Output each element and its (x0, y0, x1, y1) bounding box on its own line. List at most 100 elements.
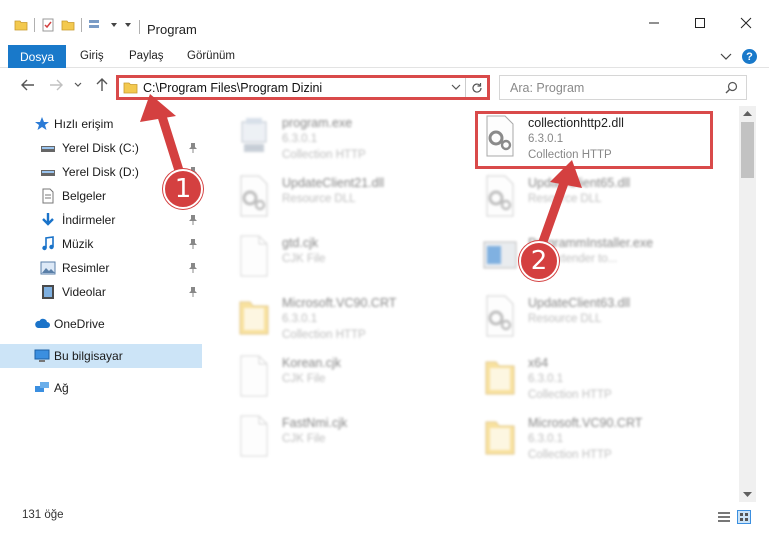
navigation-pane: Hızlı erişim Yerel Disk (C:) Yerel Disk (… (0, 106, 206, 502)
refresh-button[interactable] (465, 78, 487, 97)
folder-icon (485, 421, 515, 455)
tiles-view-icon[interactable] (737, 510, 751, 524)
file-name: Microsoft.VC90.CRT (282, 296, 397, 310)
file-item[interactable]: Microsoft.VC90.CRT 6.3.0.1 Collection HTTP (212, 288, 452, 346)
file-item[interactable]: Microsoft.VC90.CRT 6.3.0.1 Collection HTTP (458, 408, 698, 466)
sidebar-item-label: Müzik (62, 237, 94, 251)
expand-ribbon-icon[interactable] (720, 52, 732, 62)
navigation-bar: C:\Program Files\Program Dizini Ara: Pro… (0, 68, 769, 104)
exe-icon (241, 118, 267, 152)
vertical-scrollbar[interactable] (739, 106, 756, 502)
sidebar-item-label: Videolar (62, 285, 106, 299)
search-icon[interactable] (725, 81, 738, 94)
file-name: FastNmi.cjk (282, 416, 348, 430)
file-name: program.exe (282, 116, 353, 130)
sidebar-item-network[interactable]: Ağ (0, 376, 202, 400)
window-title: Program (147, 22, 197, 37)
up-arrow-icon[interactable] (94, 77, 110, 93)
scroll-down-icon[interactable] (743, 492, 752, 498)
file-item[interactable]: Korean.cjk CJK File (212, 348, 452, 406)
file-name: x64 (528, 356, 549, 370)
file-description: Collection HTTP (282, 329, 366, 341)
pin-icon[interactable] (188, 142, 198, 154)
file-item[interactable]: gtd.cjk CJK File (212, 228, 452, 286)
pin-icon[interactable] (188, 262, 198, 274)
view-options-icon[interactable] (88, 18, 104, 32)
file-name: UpdateClient65.dll (528, 176, 631, 190)
help-button[interactable]: ? (742, 49, 757, 64)
chevron-down-icon[interactable] (124, 21, 132, 29)
close-button[interactable] (723, 8, 769, 38)
file-item[interactable]: x64 6.3.0.1 Collection HTTP (458, 348, 698, 406)
dll-gear-icon (240, 175, 268, 217)
scroll-up-icon[interactable] (743, 110, 752, 116)
pictures-icon (40, 261, 56, 275)
sidebar-item-müzik[interactable]: Müzik (0, 232, 202, 256)
videos-icon (42, 285, 54, 299)
sidebar-item-yerel-disk-c[interactable]: Yerel Disk (C:) (0, 136, 202, 160)
back-arrow-icon[interactable] (20, 77, 36, 93)
sidebar-item-this-pc[interactable]: Bu bilgisayar (0, 344, 202, 368)
sidebar-item-label: Resimler (62, 261, 110, 275)
file-item[interactable]: UpdateClient63.dll Resource DLL (458, 288, 698, 346)
sidebar-item-label: Hızlı erişim (54, 117, 114, 131)
address-path[interactable]: C:\Program Files\Program Dizini (143, 81, 322, 95)
file-item[interactable]: program.exe 6.3.0.1 Collection HTTP (212, 108, 452, 166)
properties-icon[interactable] (41, 18, 55, 32)
file-detail: Resource DLL (528, 313, 602, 325)
file-description: Collection HTTP (528, 449, 612, 461)
status-bar: 131 öğe (0, 502, 769, 535)
highlight-box (475, 111, 713, 169)
file-detail: CJK File (282, 433, 326, 445)
details-view-icon[interactable] (717, 510, 731, 524)
sidebar-item-label: Yerel Disk (D:) (62, 165, 139, 179)
tab-home[interactable]: Giriş (80, 50, 104, 62)
view-toggle (717, 510, 751, 524)
ribbon-right: ? (720, 49, 757, 64)
sidebar-item-resimler[interactable]: Resimler (0, 256, 202, 280)
file-detail: 6.3.0.1 (528, 433, 564, 445)
sidebar-item-label: İndirmeler (62, 213, 116, 227)
pin-icon[interactable] (188, 286, 198, 298)
drive-icon (41, 170, 55, 176)
file-item[interactable]: FastNmi.cjk CJK File (212, 408, 452, 466)
cloud-icon (35, 318, 50, 328)
file-detail: 6.3.0.1 (528, 373, 564, 385)
scrollbar-thumb[interactable] (741, 122, 754, 178)
tab-view[interactable]: Görünüm (187, 50, 235, 62)
music-icon (42, 236, 54, 251)
recent-locations-icon[interactable] (74, 81, 82, 89)
file-item[interactable]: UpdateClient21.dll Resource DLL (212, 168, 452, 226)
sidebar-item-quick-access[interactable]: Hızlı erişim (0, 112, 202, 136)
forward-arrow-icon[interactable] (48, 77, 64, 93)
drive-icon (41, 146, 55, 152)
dll-gear-icon (486, 175, 514, 217)
chevron-down-icon[interactable] (451, 83, 461, 91)
callout-badge-1: 1 (163, 169, 203, 209)
minimize-button[interactable] (631, 8, 677, 38)
file-name: Microsoft.VC90.CRT (528, 416, 643, 430)
file-detail: 6.3.0.1 (282, 133, 318, 145)
ribbon-tabs: Dosya Giriş Paylaş Görünüm ? (0, 44, 769, 68)
search-input[interactable]: Ara: Program (499, 75, 747, 100)
maximize-button[interactable] (677, 8, 723, 38)
sidebar-item-onedrive[interactable]: OneDrive (0, 312, 202, 336)
pin-icon[interactable] (188, 214, 198, 226)
file-description: Collection HTTP (528, 389, 612, 401)
address-bar[interactable]: C:\Program Files\Program Dizini (116, 75, 490, 100)
file-detail: CJK File (282, 373, 326, 385)
close-icon (740, 17, 752, 29)
computer-icon (34, 349, 50, 362)
chevron-down-icon[interactable] (110, 21, 118, 29)
tab-share[interactable]: Paylaş (129, 50, 164, 62)
sidebar-item-i-ndirmeler[interactable]: İndirmeler (0, 208, 202, 232)
pin-icon[interactable] (188, 238, 198, 250)
file-item[interactable]: ProgrammInstaller.exe ZIP Extender to... (458, 228, 698, 286)
folder-icon (239, 301, 269, 335)
file-name: Korean.cjk (282, 356, 342, 370)
file-item[interactable]: UpdateClient65.dll Resource DLL (458, 168, 698, 226)
new-folder-icon[interactable] (61, 18, 75, 32)
tab-file[interactable]: Dosya (8, 45, 66, 68)
title-bar: Program (0, 0, 769, 44)
sidebar-item-videolar[interactable]: Videolar (0, 280, 202, 304)
